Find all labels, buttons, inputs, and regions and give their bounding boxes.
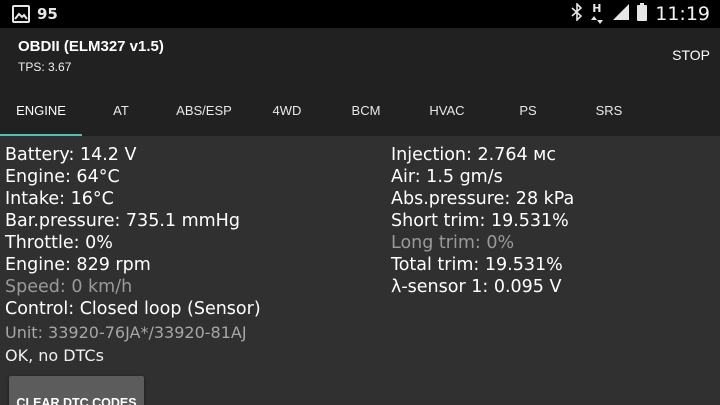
tab-abs-esp[interactable]: ABS/ESP <box>160 84 248 136</box>
unit-id: Unit: 33920-76JA*/33920-81AJ <box>5 323 247 342</box>
readings-left: Battery: 14.2 V Engine: 64°C Intake: 16°… <box>5 144 261 320</box>
reading-engine-rpm: Engine: 829 rpm <box>5 255 151 275</box>
reading-long-trim: Long trim: 0% <box>391 233 515 253</box>
status-right: H 11:19 <box>563 2 710 25</box>
reading-air-flow: Air: 1.5 gm/s <box>391 167 503 187</box>
status-left: 95 <box>12 5 58 23</box>
reading-short-trim: Short trim: 19.531% <box>391 211 569 231</box>
readings-right: Injection: 2.764 мс Air: 1.5 gm/s Abs.pr… <box>391 144 574 298</box>
reading-battery: Battery: 14.2 V <box>5 145 137 165</box>
status-bar: 95 H 11:19 <box>0 0 720 28</box>
tab-bar: ENGINE AT ABS/ESP 4WD BCM HVAC PS SRS <box>0 84 720 136</box>
network-arrows-icon <box>591 16 604 24</box>
stop-button[interactable]: STOP <box>672 47 710 63</box>
reading-abs-pressure: Abs.pressure: 28 kPa <box>391 189 575 209</box>
network-type-label: H <box>592 2 602 15</box>
dtc-status: OK, no DTCs <box>5 346 104 365</box>
reading-speed: Speed: 0 km/h <box>5 277 133 297</box>
network-type-indicator: H <box>591 2 605 24</box>
reading-throttle: Throttle: 0% <box>5 233 113 253</box>
tps-readout: TPS: 3.67 <box>18 60 72 74</box>
tab-srs[interactable]: SRS <box>568 84 650 136</box>
signal-icon <box>613 4 630 24</box>
reading-engine-temp: Engine: 64°C <box>5 167 120 187</box>
reading-lambda-sensor: λ-sensor 1: 0.095 V <box>391 277 562 297</box>
tab-at[interactable]: AT <box>82 84 160 136</box>
battery-icon <box>637 3 648 25</box>
gallery-icon <box>12 5 30 23</box>
tab-engine[interactable]: ENGINE <box>0 84 82 136</box>
tab-bcm[interactable]: BCM <box>326 84 406 136</box>
clear-dtc-codes-button[interactable]: CLEAR DTC CODES <box>9 376 144 405</box>
notification-count: 95 <box>37 5 58 23</box>
reading-total-trim: Total trim: 19.531% <box>391 255 563 275</box>
reading-control-mode: Control: Closed loop (Sensor) <box>5 299 261 319</box>
reading-bar-pressure: Bar.pressure: 735.1 mmHg <box>5 211 240 231</box>
reading-injection: Injection: 2.764 мс <box>391 145 556 165</box>
bluetooth-icon <box>571 2 583 25</box>
clock: 11:19 <box>655 3 710 25</box>
app-title: OBDII (ELM327 v1.5) <box>18 38 164 55</box>
tab-ps[interactable]: PS <box>488 84 568 136</box>
app-bar: OBDII (ELM327 v1.5) TPS: 3.67 STOP <box>0 28 720 84</box>
engine-panel: Battery: 14.2 V Engine: 64°C Intake: 16°… <box>0 136 720 405</box>
tab-4wd[interactable]: 4WD <box>248 84 326 136</box>
reading-intake-temp: Intake: 16°C <box>5 189 114 209</box>
tab-hvac[interactable]: HVAC <box>406 84 488 136</box>
